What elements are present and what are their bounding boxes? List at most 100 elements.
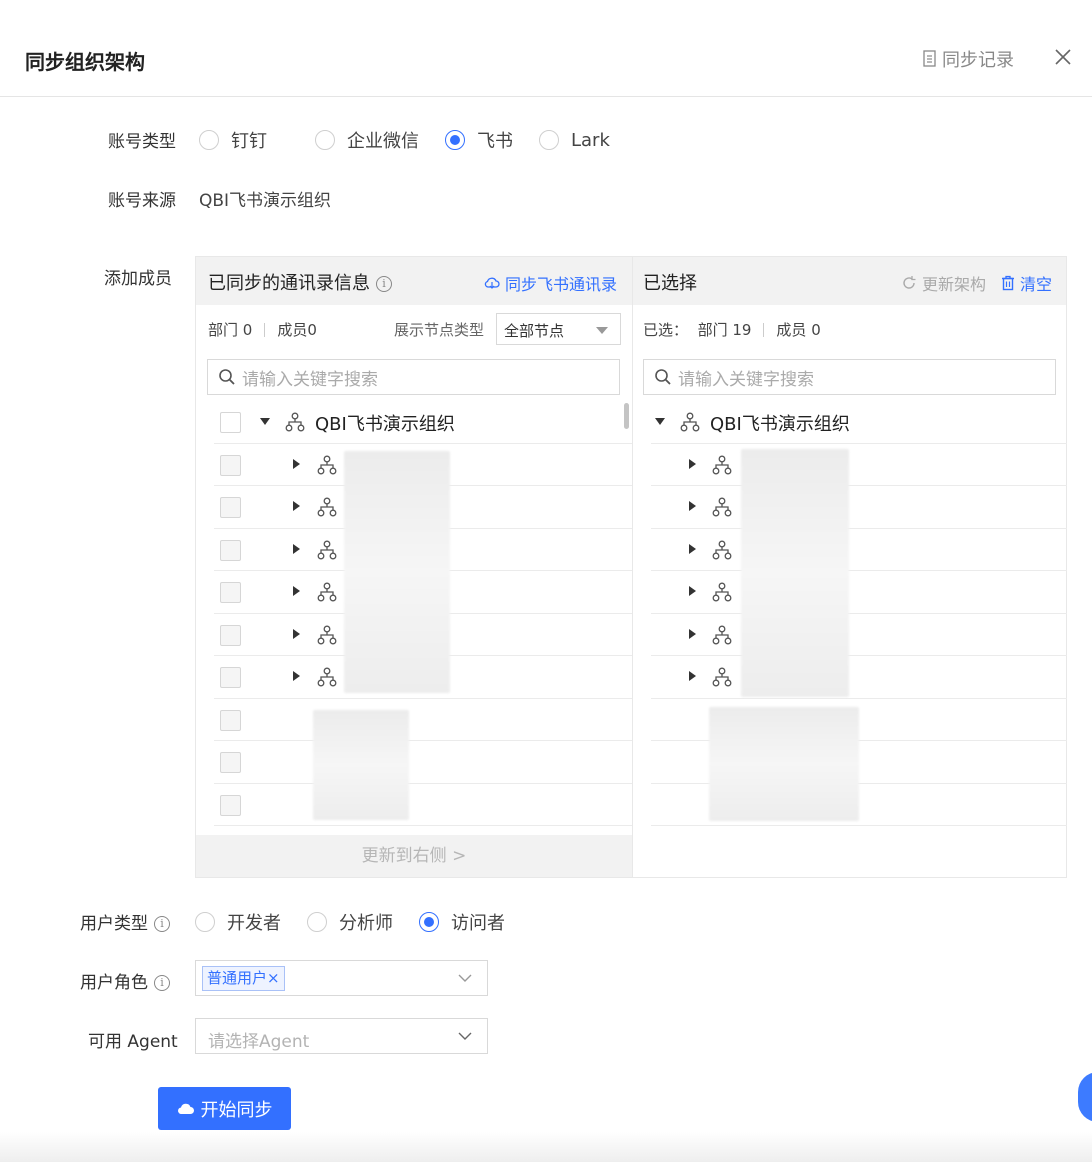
- dropdown-arrow-icon: [596, 327, 608, 334]
- dialog-title: 同步组织架构: [25, 50, 145, 74]
- radio-developer-label: 开发者: [227, 913, 281, 934]
- account-type-radios: 钉钉 企业微信 飞书 Lark: [199, 127, 636, 153]
- right-tree-row[interactable]: [651, 444, 1067, 486]
- org-structure-icon: [712, 625, 732, 644]
- caret-right-icon[interactable]: [689, 586, 696, 596]
- close-icon[interactable]: [1052, 46, 1074, 68]
- floating-help-button[interactable]: [1078, 1072, 1092, 1122]
- radio-dingtalk-label: 钉钉: [231, 131, 267, 152]
- caret-right-icon[interactable]: [689, 543, 696, 554]
- right-tree-row[interactable]: [651, 614, 1067, 656]
- synced-contacts-title-text: 已同步的通讯录信息: [208, 273, 370, 294]
- info-icon[interactable]: i: [376, 276, 392, 292]
- right-search-placeholder: 请输入关键字搜索: [678, 369, 814, 390]
- left-dept-label: 部门: [208, 321, 239, 339]
- selected-panel: 已选择 更新架构 清空 已选： 部门 19 成员 0 请输入关键字搜索 QBI飞…: [632, 256, 1067, 878]
- clear-label: 清空: [1020, 275, 1053, 294]
- refresh-structure-label: 更新架构: [922, 275, 987, 294]
- right-tree-row[interactable]: [651, 486, 1067, 529]
- tree-root-label: QBI飞书演示组织: [315, 414, 455, 435]
- tree-row[interactable]: [214, 741, 634, 784]
- right-tree-root-label: QBI飞书演示组织: [710, 414, 850, 435]
- caret-right-icon[interactable]: [293, 671, 300, 681]
- info-icon[interactable]: i: [154, 916, 170, 932]
- tree-row-checkbox[interactable]: [220, 667, 241, 688]
- org-structure-icon: [680, 412, 700, 432]
- selected-panel-title: 已选择: [643, 273, 697, 294]
- caret-right-icon[interactable]: [293, 586, 300, 596]
- synced-contacts-title: 已同步的通讯录信息 i: [208, 269, 392, 295]
- tree-row[interactable]: [214, 784, 634, 826]
- caret-right-icon[interactable]: [293, 501, 300, 511]
- radio-analyst[interactable]: 分析师: [307, 909, 393, 935]
- radio-feishu[interactable]: 飞书: [445, 127, 513, 153]
- tree-row-checkbox[interactable]: [220, 497, 241, 518]
- right-search-input[interactable]: 请输入关键字搜索: [643, 359, 1056, 395]
- right-tree-row[interactable]: [651, 529, 1067, 571]
- org-structure-icon: [317, 497, 337, 517]
- chevron-down-icon: [458, 974, 472, 982]
- node-type-label: 展示节点类型: [394, 321, 485, 339]
- refresh-structure-link[interactable]: 更新架构: [901, 271, 986, 295]
- sync-log-link[interactable]: 同步记录: [922, 46, 1014, 72]
- user-role-tag[interactable]: 普通用户×: [202, 966, 285, 991]
- tree-row-checkbox[interactable]: [220, 582, 241, 603]
- tree-root-checkbox[interactable]: [220, 412, 241, 433]
- sync-feishu-contacts-link[interactable]: 同步飞书通讯录: [484, 271, 617, 295]
- radio-viewer[interactable]: 访问者: [419, 909, 505, 935]
- radio-lark[interactable]: Lark: [539, 130, 610, 151]
- caret-right-icon[interactable]: [689, 501, 696, 511]
- radio-wecom[interactable]: 企业微信: [315, 127, 419, 153]
- info-icon[interactable]: i: [154, 975, 170, 991]
- caret-down-icon[interactable]: [260, 418, 270, 425]
- org-structure-icon: [317, 455, 337, 474]
- user-role-select[interactable]: 普通用户×: [195, 960, 488, 996]
- node-type-select[interactable]: 全部节点: [496, 313, 621, 345]
- update-to-right-button[interactable]: 更新到右侧 >: [196, 835, 632, 877]
- org-structure-icon: [712, 582, 732, 602]
- radio-lark-label: Lark: [571, 129, 610, 151]
- clear-link[interactable]: 清空: [1001, 271, 1052, 295]
- caret-right-icon[interactable]: [293, 543, 300, 554]
- caret-right-icon[interactable]: [689, 628, 696, 639]
- left-member-label: 成员0: [277, 321, 317, 339]
- cloud-icon: [177, 1103, 194, 1114]
- selected-prefix: 已选：: [643, 321, 689, 339]
- tree-row-checkbox[interactable]: [220, 539, 241, 561]
- radio-developer[interactable]: 开发者: [195, 909, 281, 935]
- radio-dingtalk[interactable]: 钉钉: [199, 127, 267, 153]
- tree-row[interactable]: [214, 699, 634, 741]
- account-source-label: 账号来源: [108, 191, 176, 211]
- sync-org-dialog: 同步组织架构 同步记录 账号类型 钉钉 企业微信 飞书 Lark 账号来源 QB…: [0, 0, 1092, 1162]
- tree-row-checkbox[interactable]: [220, 709, 241, 731]
- tree-row-checkbox[interactable]: [220, 624, 241, 646]
- caret-right-icon[interactable]: [689, 671, 696, 681]
- org-structure-icon: [317, 667, 337, 687]
- node-type-value: 全部节点: [504, 322, 565, 340]
- tree-root-row[interactable]: QBI飞书演示组织: [214, 401, 634, 444]
- tree-row-checkbox[interactable]: [220, 794, 241, 816]
- tree-row-checkbox[interactable]: [220, 454, 241, 476]
- agent-placeholder: 请选择Agent: [208, 1032, 310, 1052]
- caret-right-icon[interactable]: [293, 458, 300, 469]
- right-tree-root-row[interactable]: QBI飞书演示组织: [651, 401, 1067, 444]
- caret-right-icon[interactable]: [689, 458, 696, 469]
- document-icon: [923, 50, 936, 67]
- right-tree-row[interactable]: [651, 571, 1067, 614]
- sync-feishu-contacts-label: 同步飞书通讯录: [505, 275, 618, 294]
- tree-row-checkbox[interactable]: [220, 752, 241, 773]
- org-structure-icon: [317, 582, 337, 602]
- left-search-input[interactable]: 请输入关键字搜索: [207, 359, 620, 395]
- caret-right-icon[interactable]: [293, 628, 300, 639]
- synced-contacts-panel: 已同步的通讯录信息 i 同步飞书通讯录 部门 0 成员0 展示节点类型 全部节点 …: [195, 256, 634, 878]
- right-tree-row[interactable]: [651, 656, 1067, 699]
- trash-icon: [1002, 275, 1014, 291]
- caret-down-icon[interactable]: [655, 418, 665, 425]
- agent-select[interactable]: 请选择Agent: [195, 1018, 488, 1054]
- tree-scrollbar[interactable]: [624, 403, 629, 429]
- chevron-down-icon: [458, 1032, 472, 1040]
- search-icon: [219, 369, 235, 385]
- radio-analyst-label: 分析师: [339, 913, 393, 934]
- user-type-radios: 开发者 分析师 访问者: [195, 909, 531, 935]
- start-sync-button[interactable]: 开始同步: [158, 1087, 291, 1130]
